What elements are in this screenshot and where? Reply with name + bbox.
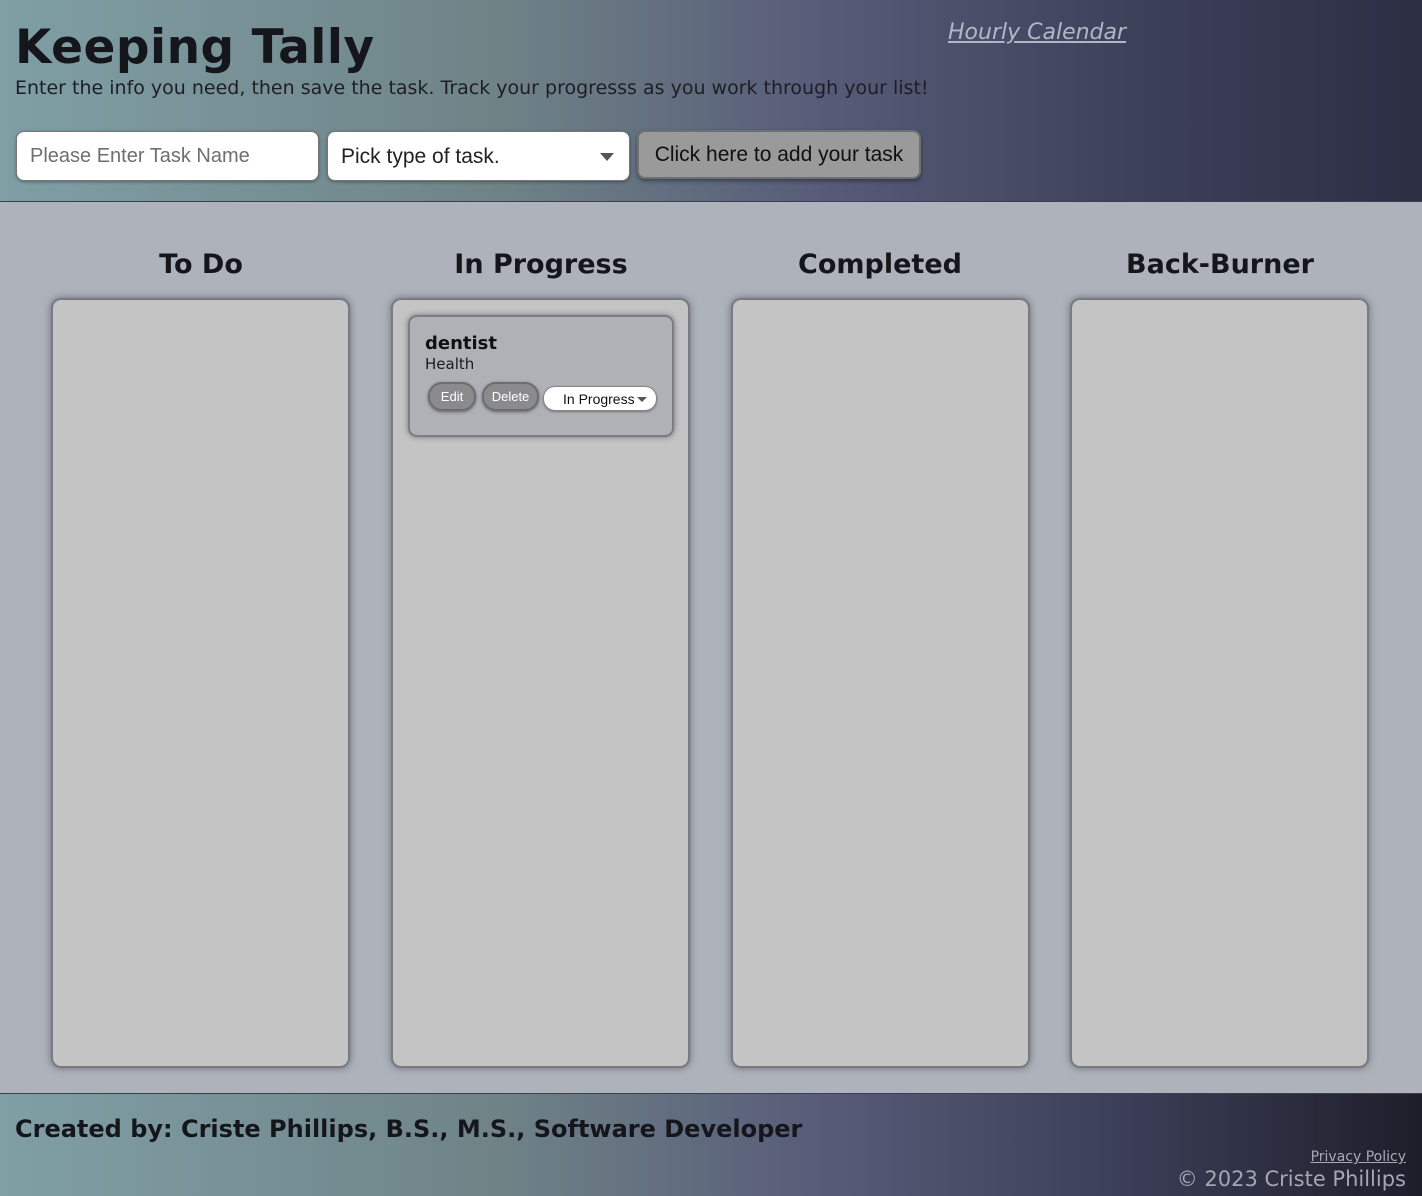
- column-title-in-progress: In Progress: [454, 249, 628, 280]
- column-title-to-do: To Do: [159, 249, 243, 280]
- task-status-value: In Progress: [563, 391, 635, 407]
- chevron-down-icon: [600, 153, 614, 161]
- task-name: dentist: [425, 333, 497, 354]
- privacy-policy-link[interactable]: Privacy Policy: [1311, 1149, 1406, 1165]
- task-name-input[interactable]: [16, 131, 319, 181]
- edit-button[interactable]: Edit: [428, 382, 476, 411]
- delete-button[interactable]: Delete: [482, 382, 539, 411]
- task-type: Health: [425, 355, 475, 373]
- column-back-burner[interactable]: [1070, 298, 1369, 1068]
- column-in-progress[interactable]: dentist Health Edit Delete In Progress: [391, 298, 690, 1068]
- copyright-notice: © 2023 Criste Phillips: [1176, 1167, 1406, 1191]
- hourly-calendar-link[interactable]: Hourly Calendar: [948, 20, 1126, 45]
- creator-credit: Created by: Criste Phillips, B.S., M.S.,…: [15, 1115, 803, 1143]
- column-to-do[interactable]: [51, 298, 350, 1068]
- column-title-completed: Completed: [798, 249, 962, 280]
- task-board: To Do In Progress dentist Health Edit De…: [0, 203, 1422, 1093]
- column-title-back-burner: Back-Burner: [1126, 249, 1314, 280]
- task-status-select[interactable]: In Progress: [543, 386, 657, 411]
- task-type-select[interactable]: Pick type of task.: [327, 131, 630, 181]
- column-completed[interactable]: [731, 298, 1030, 1068]
- task-type-select-value: Pick type of task.: [341, 145, 500, 168]
- app-header: Keeping Tally Enter the info you need, t…: [0, 0, 1422, 202]
- app-footer: Created by: Criste Phillips, B.S., M.S.,…: [0, 1093, 1422, 1196]
- chevron-down-icon: [637, 397, 647, 402]
- app-title: Keeping Tally: [15, 20, 375, 75]
- task-card[interactable]: dentist Health Edit Delete In Progress: [408, 315, 674, 437]
- app-subtitle: Enter the info you need, then save the t…: [15, 77, 929, 99]
- add-task-button[interactable]: Click here to add your task: [637, 130, 921, 179]
